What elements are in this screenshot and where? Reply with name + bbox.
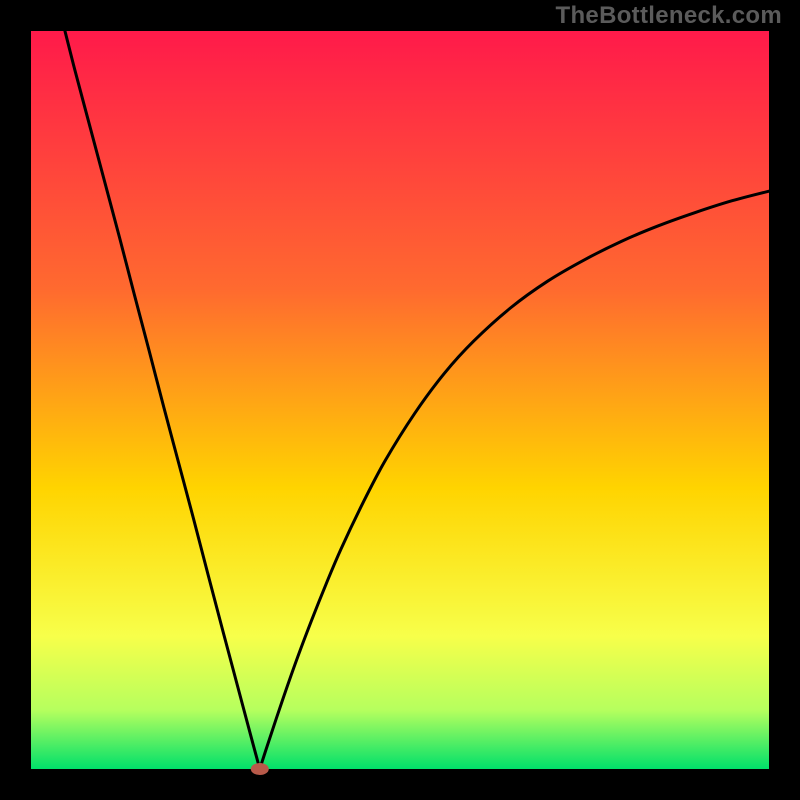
watermark-text: TheBottleneck.com (556, 2, 782, 30)
minimum-marker (251, 763, 269, 775)
chart-svg (0, 0, 800, 800)
plot-background (31, 31, 769, 769)
chart-frame: TheBottleneck.com (0, 0, 800, 800)
